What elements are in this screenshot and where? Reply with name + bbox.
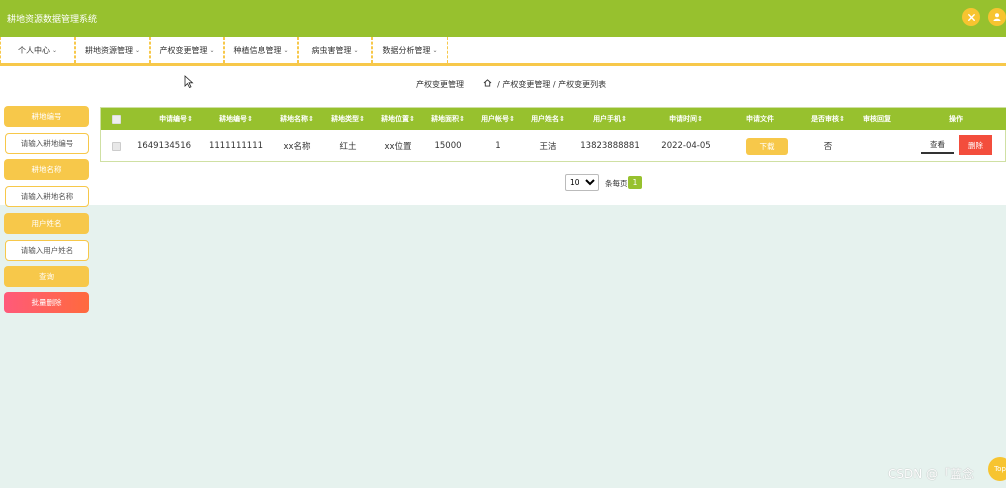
column-header-label: 耕地类型 xyxy=(331,115,360,123)
nav-item-property-change[interactable]: 产权变更管理 ⌄ xyxy=(150,37,224,63)
column-header[interactable]: 用户帐号 ⇕ xyxy=(473,108,523,130)
nav-item-label: 产权变更管理 xyxy=(159,45,208,55)
column-header-label: 耕地名称 xyxy=(280,115,309,123)
sort-icon: ⇕ xyxy=(509,115,515,123)
column-header: 审核回复 xyxy=(849,108,905,130)
cell-land-type: 红土 xyxy=(339,142,357,152)
sort-icon: ⇕ xyxy=(187,115,193,123)
column-header-label: 申请编号 xyxy=(159,115,188,123)
column-header-label: 申请文件 xyxy=(746,115,774,123)
land-name-input[interactable] xyxy=(5,186,89,207)
column-header[interactable]: 耕地位置 ⇕ xyxy=(373,108,423,130)
cell-land-name: xx名称 xyxy=(283,142,311,152)
column-header-label: 操作 xyxy=(949,115,963,123)
sort-icon: ⇕ xyxy=(839,115,845,123)
search-button[interactable]: 查询 xyxy=(4,266,89,287)
column-header-label: 耕地面积 xyxy=(431,115,460,123)
chevron-down-icon: ⌄ xyxy=(209,46,215,54)
column-header-label: 用户手机 xyxy=(593,115,622,123)
sort-icon: ⇕ xyxy=(409,115,415,123)
sort-icon: ⇕ xyxy=(697,115,703,123)
nav-item-label: 耕地资源管理 xyxy=(84,45,133,55)
chevron-down-icon: ⌄ xyxy=(283,46,289,54)
page-title: 产权变更管理 xyxy=(416,80,464,89)
nav-item-land-resource[interactable]: 耕地资源管理 ⌄ xyxy=(75,37,150,63)
per-page-label: 条每页 xyxy=(605,179,628,188)
column-header-label: 耕地编号 xyxy=(219,115,248,123)
close-icon[interactable] xyxy=(962,8,980,26)
column-header: 申请文件 xyxy=(725,108,795,130)
chevron-down-icon: ⌄ xyxy=(432,46,438,54)
table-row: 1649134516 1111111111 xx名称 红土 xx位置 15000… xyxy=(101,130,1006,162)
column-header-label: 用户姓名 xyxy=(531,115,560,123)
column-header-label: 用户帐号 xyxy=(481,115,510,123)
cell-user-account: 1 xyxy=(495,141,501,151)
column-header[interactable]: 耕地面积 ⇕ xyxy=(423,108,473,130)
app-title: 耕地资源数据管理系统 xyxy=(7,15,98,25)
column-header-label: 申请时间 xyxy=(669,115,698,123)
cell-land-no: 1111111111 xyxy=(208,141,264,151)
cell-land-area: 15000 xyxy=(434,141,462,151)
sort-icon: ⇕ xyxy=(621,115,627,123)
page-size-select[interactable]: 10 xyxy=(565,174,599,191)
land-no-input[interactable] xyxy=(5,133,89,154)
cell-application-no: 1649134516 xyxy=(136,141,192,151)
chevron-down-icon: ⌄ xyxy=(51,46,58,54)
sort-icon: ⇕ xyxy=(559,115,565,123)
land-no-label: 耕地编号 xyxy=(4,106,89,127)
column-header: 操作 xyxy=(905,108,1006,130)
data-table: 申请编号 ⇕ 耕地编号 ⇕ 耕地名称 ⇕ 耕地类型 ⇕ 耕地位置 ⇕ 耕地面积 ⇕ 用户帐号… xyxy=(100,107,1006,162)
column-header[interactable]: 用户姓名 ⇕ xyxy=(523,108,573,130)
breadcrumb-path: / 产权变更管理 / 产权变更列表 xyxy=(497,80,607,89)
page-button-current[interactable]: 1 xyxy=(628,176,642,189)
user-name-input[interactable] xyxy=(5,240,89,261)
column-header-label: 耕地位置 xyxy=(381,115,410,123)
column-header[interactable]: 用户手机 ⇕ xyxy=(573,108,647,130)
batch-delete-button[interactable]: 批量删除 xyxy=(4,292,89,313)
breadcrumb: 产权变更管理 / 产权变更管理 / 产权变更列表 xyxy=(416,79,606,90)
nav-item-planting-info[interactable]: 种植信息管理 ⌄ xyxy=(224,37,298,63)
sort-icon: ⇕ xyxy=(247,115,253,123)
user-icon[interactable] xyxy=(988,8,1006,26)
back-to-top-button[interactable]: Top xyxy=(988,457,1006,481)
column-header-label: 是否审核 xyxy=(811,115,840,123)
nav-item-label: 种植信息管理 xyxy=(233,45,282,55)
row-checkbox[interactable] xyxy=(109,130,123,162)
view-button[interactable]: 查看 xyxy=(921,136,954,154)
cell-review-reply xyxy=(849,130,905,162)
download-button[interactable]: 下载 xyxy=(746,137,788,155)
nav-item-personal-center[interactable]: 个人中心 ⌄ xyxy=(0,37,75,63)
nav-item-label: 个人中心 xyxy=(17,45,50,55)
chevron-down-icon: ⌄ xyxy=(134,46,141,54)
cell-user-phone: 13823888881 xyxy=(580,141,640,151)
cell-apply-time: 2022-04-05 xyxy=(661,141,711,151)
nav-item-data-analysis[interactable]: 数据分析管理 ⌄ xyxy=(372,37,448,63)
cell-land-location: xx位置 xyxy=(384,142,412,152)
table-header: 申请编号 ⇕ 耕地编号 ⇕ 耕地名称 ⇕ 耕地类型 ⇕ 耕地位置 ⇕ 耕地面积 ⇕ 用户帐号… xyxy=(101,108,1006,130)
nav-item-label: 数据分析管理 xyxy=(382,45,431,55)
nav-item-pest[interactable]: 病虫害管理 ⌄ xyxy=(298,37,372,63)
app-header: 耕地资源数据管理系统 xyxy=(0,0,1006,37)
home-icon[interactable] xyxy=(483,79,492,89)
column-header[interactable]: 申请时间 ⇕ xyxy=(647,108,725,130)
land-name-label: 耕地名称 xyxy=(4,159,89,180)
column-header-label: 审核回复 xyxy=(863,115,891,123)
column-header[interactable]: 耕地名称 ⇕ xyxy=(271,108,323,130)
sort-icon: ⇕ xyxy=(359,115,365,123)
nav-item-label: 病虫害管理 xyxy=(311,45,352,55)
cell-user-name: 王洁 xyxy=(539,142,557,152)
watermark: CSDN @「蓝念 xyxy=(888,467,975,481)
column-header[interactable]: 耕地编号 ⇕ xyxy=(201,108,271,130)
chevron-down-icon: ⌄ xyxy=(353,46,359,54)
column-header[interactable]: 耕地类型 ⇕ xyxy=(323,108,373,130)
delete-button[interactable]: 删除 xyxy=(959,135,992,155)
mouse-cursor-icon xyxy=(184,75,194,89)
select-all-checkbox[interactable] xyxy=(109,108,123,130)
sort-icon: ⇕ xyxy=(308,115,314,123)
top-nav: 个人中心 ⌄ 耕地资源管理 ⌄ 产权变更管理 ⌄ 种植信息管理 ⌄ 病虫害管理 ⌄ 数据分… xyxy=(0,37,1006,66)
sort-icon: ⇕ xyxy=(459,115,465,123)
user-name-label: 用户姓名 xyxy=(4,213,89,234)
